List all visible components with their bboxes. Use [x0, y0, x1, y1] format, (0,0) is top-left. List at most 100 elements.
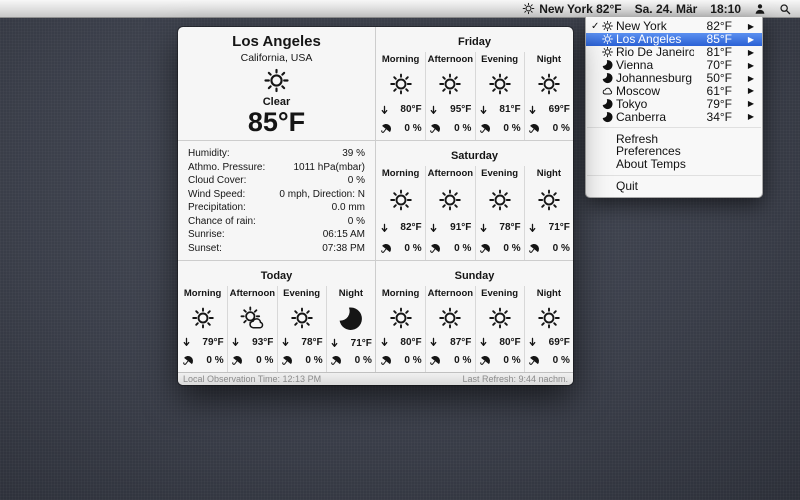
temp-value: 91°F	[450, 222, 471, 233]
weather-icon	[438, 306, 462, 330]
temp-value: 80°F	[400, 337, 421, 348]
daypart-label: Morning	[382, 168, 419, 179]
status-item-temps[interactable]: New York 82°F	[522, 2, 621, 16]
menu-bar-date[interactable]: Sa. 24. Mär	[635, 2, 698, 16]
city-temp: 34°F	[694, 110, 732, 124]
menu-separator	[587, 127, 761, 128]
forecast-cell: Evening 81°F 0 %	[475, 52, 524, 140]
menu-item-city-vienna[interactable]: Vienna 70°F ▶	[586, 59, 762, 72]
temp-value: 69°F	[549, 104, 570, 115]
menu-item-city-los-angeles[interactable]: Los Angeles 85°F ▶	[586, 33, 762, 46]
city-name: New York	[616, 19, 694, 33]
menu-item-city-rio-de-janeiro[interactable]: Rio De Janeiro 81°F ▶	[586, 46, 762, 59]
submenu-arrow-icon: ▶	[732, 112, 754, 121]
forecast-cell: Morning 79°F 0 %	[178, 286, 227, 372]
menu-item-quit[interactable]: Quit	[586, 180, 762, 193]
menu-bar: New York 82°F Sa. 24. Mär 18:10	[0, 0, 800, 18]
forecast-cell: Afternoon 95°F 0 %	[425, 52, 474, 140]
forecast-cell: Evening 80°F 0 %	[475, 286, 524, 372]
weather-icon	[488, 306, 512, 330]
daypart-label: Afternoon	[428, 168, 473, 179]
forecast-cell: Afternoon 91°F 0 %	[425, 166, 474, 260]
submenu-arrow-icon: ▶	[732, 61, 754, 70]
rain-chance: 0 %	[553, 123, 570, 134]
temp-value: 79°F	[202, 337, 223, 348]
forecast-cell: Afternoon 87°F 0 %	[425, 286, 474, 372]
forecast-section-saturday: Saturday Morning 82°F 0 % Afternoon 91°F…	[376, 141, 573, 261]
umbrella-icon	[377, 353, 394, 370]
city-temp: 70°F	[694, 58, 732, 72]
temp-value: 80°F	[499, 337, 520, 348]
low-temp-arrow-icon	[479, 104, 488, 116]
detail-row: Precipitation:0.0 mm	[178, 201, 375, 215]
rain-chance: 0 %	[503, 355, 520, 366]
city-name: Canberra	[616, 110, 694, 124]
user-icon[interactable]	[754, 3, 766, 15]
daypart-label: Night	[537, 288, 561, 299]
rain-chance: 0 %	[305, 355, 322, 366]
umbrella-icon	[525, 121, 542, 138]
daypart-label: Morning	[184, 288, 221, 299]
daypart-label: Evening	[283, 288, 320, 299]
search-icon[interactable]	[779, 3, 791, 15]
city-temp: 79°F	[694, 97, 732, 111]
umbrella-icon	[476, 121, 493, 138]
rain-chance: 0 %	[404, 123, 421, 134]
low-temp-arrow-icon	[528, 336, 537, 348]
city-temp: 82°F	[694, 19, 732, 33]
low-temp-arrow-icon	[330, 337, 339, 349]
low-temp-arrow-icon	[429, 104, 438, 116]
city-temp: 61°F	[694, 84, 732, 98]
forecast-day-title: Saturday	[376, 141, 573, 166]
menu-item-about-temps[interactable]: About Temps	[586, 158, 762, 171]
rain-chance: 0 %	[404, 355, 421, 366]
submenu-arrow-icon: ▶	[732, 74, 754, 83]
city-temp: 81°F	[694, 45, 732, 59]
rain-chance: 0 %	[355, 355, 372, 366]
menu-bar-clock[interactable]: 18:10	[710, 2, 741, 16]
weather-icon	[438, 72, 462, 96]
rain-chance: 0 %	[553, 243, 570, 254]
moon-icon	[601, 72, 614, 84]
submenu-arrow-icon: ▶	[732, 48, 754, 57]
observation-time: Local Observation Time: 12:13 PM	[183, 374, 321, 384]
sun-icon	[263, 67, 290, 94]
forecast-cell: Night 69°F 0 %	[524, 52, 573, 140]
weather-icon	[389, 72, 413, 96]
weather-icon	[601, 33, 614, 45]
rain-chance: 0 %	[206, 355, 223, 366]
low-temp-arrow-icon	[429, 336, 438, 348]
forecast-day-title: Friday	[376, 27, 573, 52]
menu-item-city-moscow[interactable]: Moscow 61°F ▶	[586, 84, 762, 97]
daypart-label: Afternoon	[230, 288, 275, 299]
menu-item-refresh[interactable]: Refresh	[586, 132, 762, 145]
moon-icon	[601, 111, 614, 123]
city-name: Moscow	[616, 84, 694, 98]
weather-popover: Los Angeles California, USA Clear 85°F H…	[178, 27, 573, 385]
submenu-arrow-icon: ▶	[732, 99, 754, 108]
city-temp: 50°F	[694, 71, 732, 85]
daypart-label: Evening	[481, 168, 518, 179]
daypart-label: Afternoon	[428, 54, 473, 65]
menu-item-city-canberra[interactable]: Canberra 34°F ▶	[586, 110, 762, 123]
forecast-cell: Evening 78°F 0 %	[475, 166, 524, 260]
temp-value: 87°F	[450, 337, 471, 348]
temp-value: 82°F	[400, 222, 421, 233]
low-temp-arrow-icon	[380, 104, 389, 116]
rain-chance: 0 %	[256, 355, 273, 366]
menu-item-city-new-york[interactable]: ✓ New York 82°F ▶	[586, 20, 762, 33]
forecast-section-today: Today Morning 79°F 0 % Afternoon 93°F 0 …	[178, 261, 375, 372]
menu-item-preferences[interactable]: Preferences	[586, 145, 762, 158]
menu-item-city-tokyo[interactable]: Tokyo 79°F ▶	[586, 97, 762, 110]
weather-icon	[601, 46, 614, 58]
low-temp-arrow-icon	[182, 336, 191, 348]
last-refresh: Last Refresh: 9:44 nachm.	[462, 374, 568, 384]
daypart-label: Night	[537, 54, 561, 65]
umbrella-icon	[427, 121, 444, 138]
forecast-cell: Morning 80°F 0 %	[376, 286, 425, 372]
forecast-cell: Morning 82°F 0 %	[376, 166, 425, 260]
city-name: Vienna	[616, 58, 694, 72]
submenu-arrow-icon: ▶	[732, 86, 754, 95]
detail-row: Chance of rain:0 %	[178, 215, 375, 229]
menu-item-city-johannesburg[interactable]: Johannesburg 50°F ▶	[586, 72, 762, 85]
